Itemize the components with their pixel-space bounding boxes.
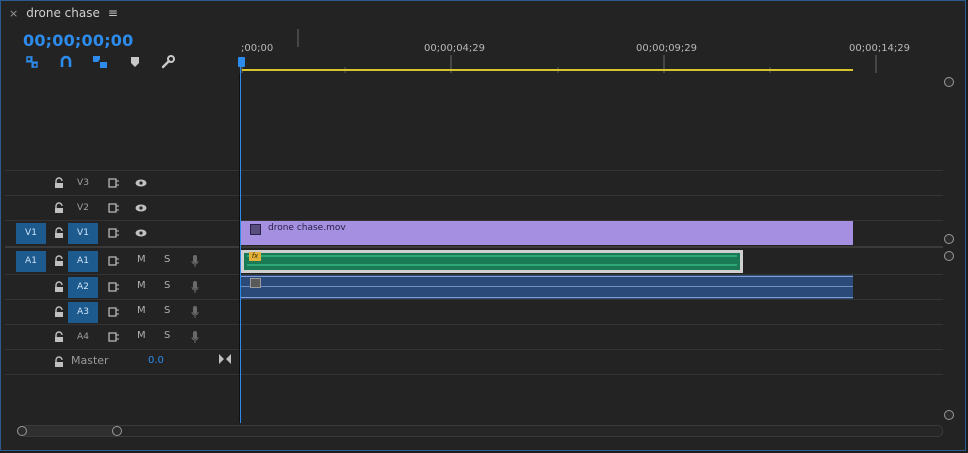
source-patch-a1[interactable]: A1 (16, 251, 46, 272)
track-divider (5, 374, 943, 375)
video-scroll-bottom-knob[interactable] (944, 234, 954, 244)
ruler-label: 00;00;04;29 (424, 43, 486, 54)
sync-lock-icon[interactable] (108, 330, 120, 344)
track-header-v1: V1 V1 (5, 221, 239, 245)
lock-icon[interactable] (53, 355, 65, 369)
eye-icon[interactable] (135, 226, 147, 240)
lock-icon[interactable] (53, 254, 65, 268)
track-header-a3: A3 M S (5, 300, 239, 324)
sync-lock-icon[interactable] (108, 305, 120, 319)
playhead-timecode[interactable]: 00;00;00;00 (23, 31, 133, 50)
mute-button[interactable]: M (137, 254, 146, 265)
video-clip-name: drone chase.mov (268, 223, 346, 233)
ruler-label: 00;00;14;29 (849, 43, 911, 54)
work-area-bar[interactable] (242, 69, 853, 71)
sync-lock-icon[interactable] (108, 201, 120, 215)
track-target-a2[interactable]: A2 (68, 277, 98, 298)
playhead-line[interactable] (240, 57, 241, 423)
scrollbar-left-knob[interactable] (17, 426, 27, 436)
microphone-icon[interactable] (189, 254, 201, 268)
fx-badge[interactable]: fx (249, 252, 261, 261)
go-to-end-icon[interactable] (219, 352, 231, 366)
sync-lock-icon[interactable] (108, 280, 120, 294)
ruler-label: 00;00;09;29 (636, 43, 698, 54)
track-header-a4: A4 M S (5, 325, 239, 349)
solo-button[interactable]: S (164, 330, 170, 341)
time-ruler[interactable] (240, 29, 943, 73)
timeline-settings-wrench-icon[interactable] (159, 54, 177, 70)
clip-edge-line (241, 276, 853, 277)
solo-button[interactable]: S (164, 254, 170, 265)
audio-scroll-bottom-knob[interactable] (944, 410, 954, 420)
track-target-v3[interactable]: V3 (68, 173, 98, 194)
track-target-a1[interactable]: A1 (68, 251, 98, 272)
nest-sequence-icon[interactable] (23, 54, 41, 70)
track-target-v2[interactable]: V2 (68, 198, 98, 219)
master-volume-value[interactable]: 0.0 (148, 355, 164, 366)
fx-icon (250, 224, 261, 235)
lock-icon[interactable] (53, 280, 65, 294)
sequence-tab-label: drone chase (26, 6, 100, 20)
sequence-tab[interactable]: × drone chase ≡ (9, 5, 118, 21)
track-target-v1[interactable]: V1 (68, 223, 98, 244)
solo-button[interactable]: S (164, 280, 170, 291)
lock-icon[interactable] (53, 330, 65, 344)
ruler-ticks (241, 29, 877, 73)
lock-icon[interactable] (53, 201, 65, 215)
microphone-icon[interactable] (189, 305, 201, 319)
mute-button[interactable]: M (137, 330, 146, 341)
microphone-icon[interactable] (189, 330, 201, 344)
mute-button[interactable]: M (137, 280, 146, 291)
track-target-a3[interactable]: A3 (68, 302, 98, 323)
audio-clip-body (244, 253, 740, 270)
microphone-icon[interactable] (189, 280, 201, 294)
track-header-v3: V3 (5, 171, 239, 195)
ruler-label: ;00;00 (241, 43, 274, 54)
video-scroll-top-knob[interactable] (944, 77, 954, 87)
lock-icon[interactable] (53, 226, 65, 240)
track-header-a1: A1 A1 M S (5, 249, 239, 273)
panel-menu-icon[interactable]: ≡ (108, 6, 118, 20)
video-clip[interactable]: drone chase.mov (241, 221, 853, 245)
mute-button[interactable]: M (137, 305, 146, 316)
audio-waveform (241, 286, 853, 287)
close-tab-icon[interactable]: × (9, 7, 18, 20)
track-header-v2: V2 (5, 196, 239, 220)
scrollbar-thumb[interactable] (21, 426, 117, 436)
scrollbar-right-knob[interactable] (112, 426, 122, 436)
audio-waveform (247, 255, 737, 257)
clip-edge-line (241, 297, 853, 298)
linked-selection-icon[interactable] (91, 54, 109, 70)
playhead-handle[interactable] (238, 57, 245, 67)
track-header-master: Master 0.0 (5, 350, 239, 374)
lock-icon[interactable] (53, 305, 65, 319)
video-audio-divider[interactable] (5, 246, 943, 248)
source-patch-v1[interactable]: V1 (16, 223, 46, 244)
eye-icon[interactable] (135, 201, 147, 215)
horizontal-zoom-scrollbar[interactable] (21, 425, 943, 437)
audio-scroll-top-knob[interactable] (944, 251, 954, 261)
snap-magnet-icon[interactable] (57, 54, 75, 70)
audio-waveform (247, 264, 737, 266)
solo-button[interactable]: S (164, 305, 170, 316)
audio-clip-a1[interactable] (241, 250, 743, 273)
sync-lock-icon[interactable] (108, 226, 120, 240)
add-marker-icon[interactable] (126, 54, 144, 70)
fx-icon (250, 278, 261, 288)
master-track-label: Master (71, 354, 109, 367)
timeline-panel: × drone chase ≡ 00;00;00;00 ;00;00 00;00;0… (0, 0, 966, 451)
sync-lock-icon[interactable] (108, 254, 120, 268)
lock-icon[interactable] (53, 176, 65, 190)
track-header-a2: A2 M S (5, 275, 239, 299)
track-target-a4[interactable]: A4 (68, 327, 98, 348)
eye-icon[interactable] (135, 176, 147, 190)
audio-clip-a2[interactable] (241, 275, 853, 299)
sync-lock-icon[interactable] (108, 176, 120, 190)
